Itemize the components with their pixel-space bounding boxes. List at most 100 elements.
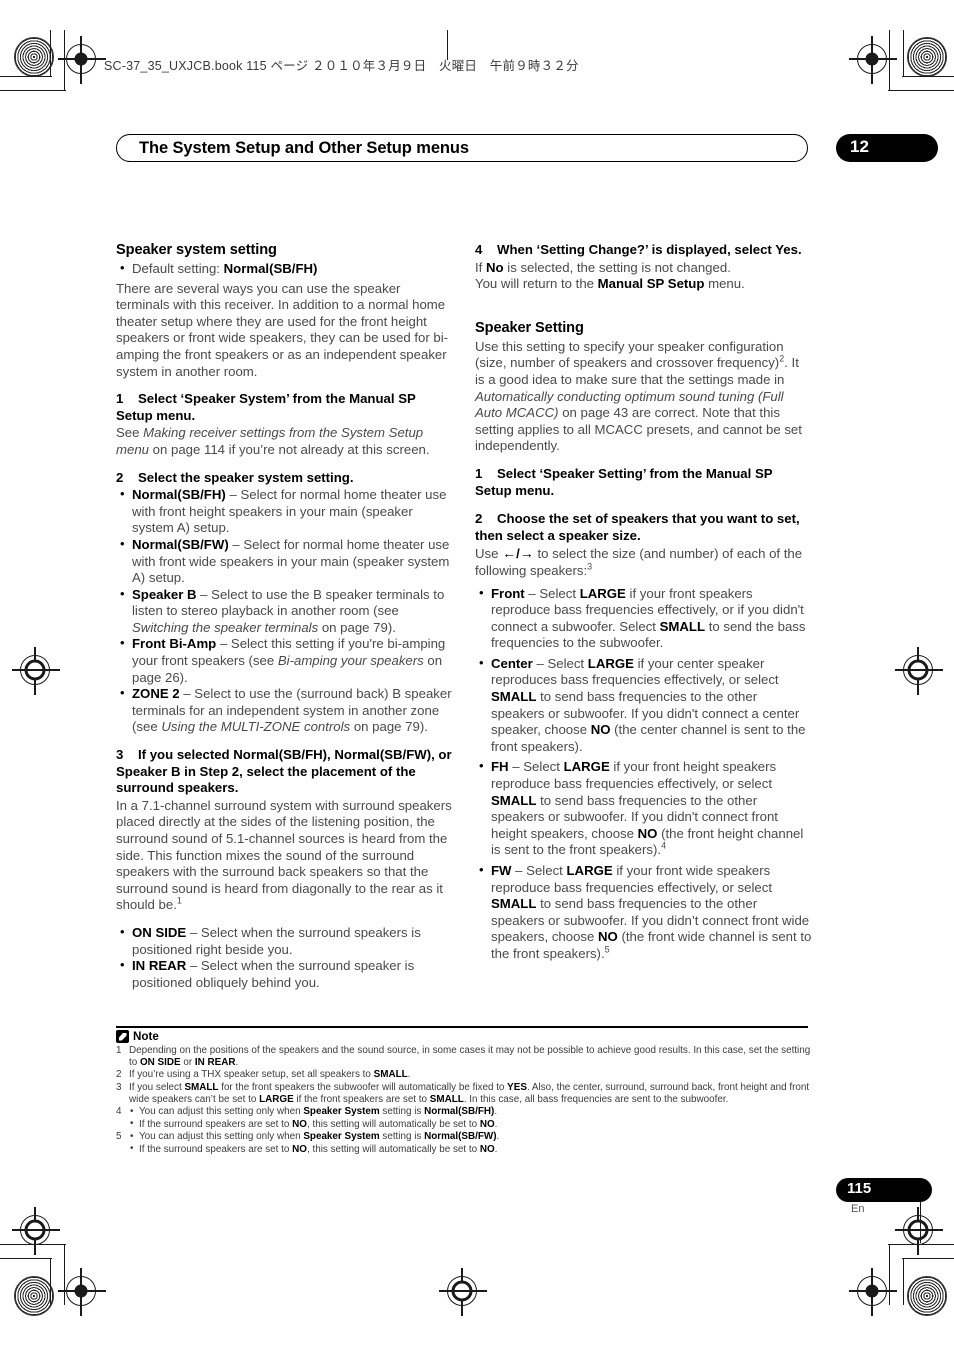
footnote-number: 2 <box>116 1069 122 1081</box>
note-header: Note <box>116 1030 816 1043</box>
value-no: NO <box>637 825 658 841</box>
option-term: ZONE 2 <box>132 686 180 702</box>
footnote-4-item-1: You can adjust this setting only when Sp… <box>129 1106 816 1119</box>
sub-text-mid: , this setting will automatically be set… <box>306 1143 480 1155</box>
footnote-list: 1 Depending on the positions of the speak… <box>116 1045 816 1156</box>
value-normal-sb-fw: Normal(SB/FW) <box>424 1131 497 1143</box>
page-language-code: En <box>851 1203 865 1215</box>
registration-mark-bottom-center <box>439 1268 487 1316</box>
sub-text-end: . <box>494 1118 498 1130</box>
step-2-lead: Use <box>475 546 503 562</box>
footnote-text-2: for the front speakers the subwoofer wil… <box>218 1081 508 1093</box>
page-number-badge: 115 <box>836 1178 932 1202</box>
book-file-header: SC-37_35_UXJCB.book 115 ページ ２０１０年３月９日 火曜… <box>104 59 579 73</box>
value-small: SMALL <box>491 792 537 808</box>
option-term: Normal(SB/FH) <box>132 487 226 503</box>
list-item-fh: FH – Select LARGE if your front height s… <box>475 758 812 859</box>
footnote-text-mid: or <box>180 1057 195 1069</box>
right-step-2-number: 2 <box>475 511 483 527</box>
step-4-heading: 4 When ‘Setting Change?’ is displayed, se… <box>475 242 812 259</box>
footnote-4: 4 You can adjust this setting only when … <box>116 1106 816 1131</box>
crop-mark-line <box>0 76 52 78</box>
step-4-lead: If <box>475 259 486 275</box>
step-4-lead-2: You will return to the <box>475 276 598 292</box>
default-setting-label: Default setting: <box>132 261 224 276</box>
sub-text-mid: setting is <box>379 1106 425 1118</box>
speaker-size-options-list: Front – Select LARGE if your front speak… <box>475 584 812 963</box>
sub-text-end: . <box>494 1143 498 1155</box>
step-1-body-tail: on page 114 if you’re not already at thi… <box>149 441 430 457</box>
step-4-body-line-1: If No is selected, the setting is not ch… <box>475 260 812 277</box>
value-large: LARGE <box>259 1093 294 1105</box>
crop-mark-line <box>0 1258 52 1260</box>
sub-text-mid: , this setting will automatically be set… <box>306 1118 480 1130</box>
right-step-1-text: Select ‘Speaker Setting’ from the Manual… <box>475 465 773 498</box>
step-1-heading: 1 Select ‘Speaker System’ from the Manual… <box>116 391 453 424</box>
list-item-zone-2: ZONE 2 – Select to use the (surround bac… <box>116 685 453 736</box>
footnote-number: 3 <box>116 1081 122 1093</box>
speaker-term-fh: FH <box>491 759 509 775</box>
speaker-term-fw: FW <box>491 863 512 878</box>
value-small: SMALL <box>659 618 706 634</box>
footnote-4-item-2: If the surround speakers are set to NO, … <box>129 1118 816 1132</box>
sub-text: You can adjust this setting only when <box>139 1106 304 1118</box>
speaker-system-options-list: Normal(SB/FH) – Select for normal home t… <box>116 486 453 736</box>
chapter-number: 12 <box>850 137 869 156</box>
section-heading-speaker-setting: Speaker Setting <box>475 319 584 336</box>
list-item-front-bi-amp: Front Bi-Amp – Select this setting if yo… <box>116 635 453 686</box>
footnote-ref-1: 1 <box>176 895 182 906</box>
crop-mark-line <box>64 30 66 90</box>
crop-mark-line <box>0 90 66 92</box>
footnote-ref-4: 4 <box>661 841 667 852</box>
value-small: SMALL <box>491 689 537 705</box>
crop-mark-line <box>50 30 52 76</box>
step-4-number: 4 <box>475 242 483 257</box>
note-icon <box>116 1030 129 1043</box>
halftone-calibration-patch-top-left <box>14 37 54 77</box>
registration-mark-mid-left <box>12 647 60 695</box>
default-setting-value: Normal(SB/FH) <box>223 261 318 276</box>
crop-mark-line <box>888 1244 954 1246</box>
value-small: SMALL <box>491 896 537 912</box>
footnote-number: 1 <box>116 1045 122 1056</box>
value-small: SMALL <box>373 1069 408 1081</box>
running-head-bar: The System Setup and Other Setup menus <box>116 134 808 162</box>
step-4-tail-2: menu. <box>704 276 745 292</box>
list-item-speaker-b: Speaker B – Select to use the B speaker … <box>116 586 453 637</box>
page-number: 115 <box>847 1180 872 1197</box>
footnote-5: 5 You can adjust this setting only when … <box>116 1131 816 1156</box>
left-column: Speaker system setting Default setting: … <box>116 242 453 991</box>
step-3-body-text: In a 7.1-channel surround system with su… <box>116 797 452 913</box>
registration-mark-bottom-right <box>849 1268 897 1316</box>
list-item-center: Center – Select LARGE if your center spe… <box>475 655 812 756</box>
footnote-5-sublist: You can adjust this setting only when Sp… <box>129 1131 816 1156</box>
step-3-text: If you selected Normal(SB/FH), Normal(SB… <box>116 747 452 796</box>
crop-mark-line <box>889 30 891 90</box>
footnote-text-4: if the front speakers are set to <box>293 1093 430 1105</box>
setting-speaker-system: Speaker System <box>303 1131 380 1143</box>
footnote-number: 5 <box>116 1131 122 1143</box>
note-section: Note 1 Depending on the positions of the … <box>116 1030 816 1156</box>
step-3-body: In a 7.1-channel surround system with su… <box>116 798 453 914</box>
value-large: LARGE <box>587 655 634 671</box>
crop-mark-line <box>50 1259 52 1305</box>
cross-reference-bi-amping-your-speakers: Bi-amping your speakers <box>277 653 424 669</box>
footnote-text-end: . <box>235 1057 239 1069</box>
list-item-front: Front – Select LARGE if your front speak… <box>475 584 812 652</box>
footnote-text: If you’re using a THX speaker setup, set… <box>129 1069 374 1081</box>
footnote-number: 4 <box>116 1106 122 1118</box>
right-column: 4 When ‘Setting Change?’ is displayed, se… <box>475 242 812 963</box>
right-step-1-number: 1 <box>475 465 483 481</box>
default-setting-list: Default setting: Normal(SB/FH) <box>116 260 453 278</box>
list-item-normal-sb-fh: Normal(SB/FH) – Select for normal home t… <box>116 486 453 537</box>
note-label: Note <box>133 1030 159 1043</box>
registration-mark-top-left <box>58 36 106 84</box>
value-yes: YES <box>507 1081 527 1093</box>
value-normal-sb-fh: Normal(SB/FH) <box>424 1106 495 1118</box>
speaker-setting-intro: Use this setting to specify your speaker… <box>475 339 812 455</box>
crop-mark-line <box>64 1245 66 1305</box>
step-1-body-lead: See <box>116 425 144 441</box>
option-description-tail: on page 79). <box>350 719 428 735</box>
right-step-1-heading: 1 Select ‘Speaker Setting’ from the Manua… <box>475 466 812 499</box>
